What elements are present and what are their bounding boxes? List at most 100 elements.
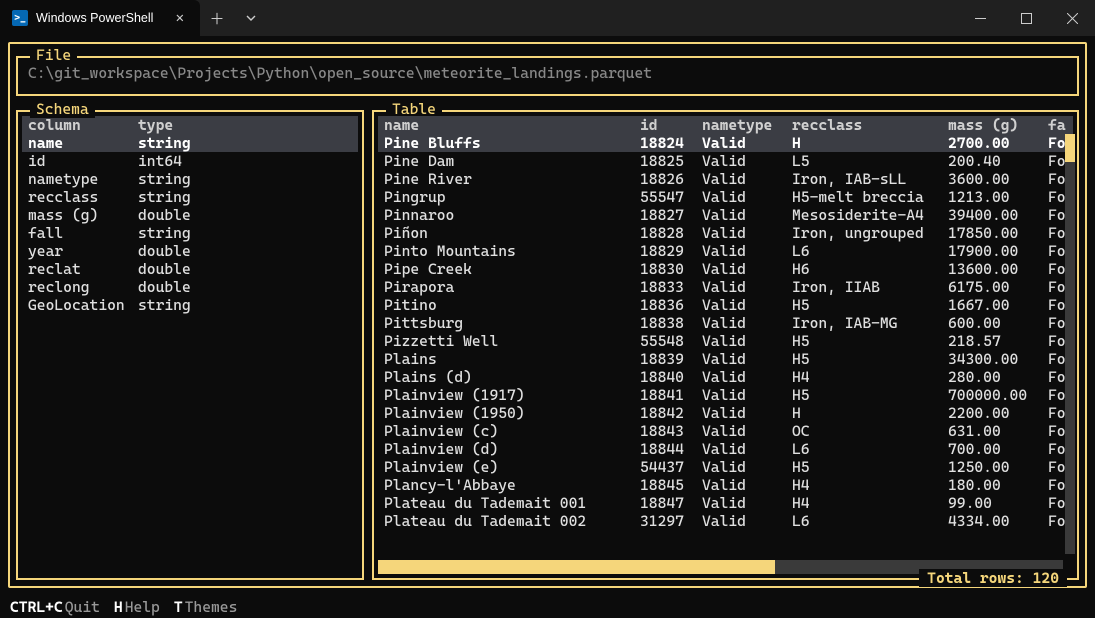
td-nametype: Valid bbox=[702, 332, 792, 350]
td-id: 18836 bbox=[640, 296, 702, 314]
table-row[interactable]: Pirapora18833ValidIron, IIAB6175.00Fo bbox=[378, 278, 1073, 296]
maximize-button[interactable] bbox=[1003, 0, 1049, 36]
td-mass: 700.00 bbox=[948, 440, 1048, 458]
schema-row[interactable]: GeoLocationstring bbox=[22, 296, 358, 314]
table-row[interactable]: Piñon18828ValidIron, ungrouped17850.00Fo bbox=[378, 224, 1073, 242]
close-window-button[interactable] bbox=[1049, 0, 1095, 36]
td-recclass: Iron, IIAB bbox=[792, 278, 948, 296]
schema-row[interactable]: fallstring bbox=[22, 224, 358, 242]
td-recclass: H6 bbox=[792, 260, 948, 278]
td-recclass: H5-melt breccia bbox=[792, 188, 948, 206]
td-mass: 1213.00 bbox=[948, 188, 1048, 206]
td-nametype: Valid bbox=[702, 206, 792, 224]
th-nametype: nametype bbox=[702, 116, 792, 134]
td-nametype: Valid bbox=[702, 278, 792, 296]
td-recclass: Iron, IAB-MG bbox=[792, 314, 948, 332]
td-name: Plainview (1917) bbox=[378, 386, 640, 404]
schema-row[interactable]: mass (g)double bbox=[22, 206, 358, 224]
status-key[interactable]: H bbox=[114, 598, 123, 616]
td-id: 55547 bbox=[640, 188, 702, 206]
td-mass: 13600.00 bbox=[948, 260, 1048, 278]
close-icon[interactable]: ✕ bbox=[172, 8, 188, 28]
window-controls bbox=[957, 0, 1095, 36]
table-scroll-thumb-vertical[interactable] bbox=[1065, 134, 1075, 162]
table-row[interactable]: Pine River18826ValidIron, IAB-sLL3600.00… bbox=[378, 170, 1073, 188]
td-nametype: Valid bbox=[702, 134, 792, 152]
td-name: Plateau du Tademait 002 bbox=[378, 512, 640, 530]
tab-powershell[interactable]: >_ Windows PowerShell ✕ bbox=[0, 0, 200, 36]
table-row[interactable]: Plateau du Tademait 00118847ValidH499.00… bbox=[378, 494, 1073, 512]
table-panel: Table name id nametype recclass mass (g)… bbox=[372, 110, 1079, 580]
td-nametype: Valid bbox=[702, 152, 792, 170]
td-id: 18824 bbox=[640, 134, 702, 152]
td-recclass: H5 bbox=[792, 350, 948, 368]
table-row[interactable]: Pipe Creek18830ValidH613600.00Fo bbox=[378, 260, 1073, 278]
table-row[interactable]: Plancy-l'Abbaye18845ValidH4180.00Fo bbox=[378, 476, 1073, 494]
schema-row[interactable]: namestring bbox=[22, 134, 358, 152]
table-row[interactable]: Plainview (d)18844ValidL6700.00Fo bbox=[378, 440, 1073, 458]
schema-row[interactable]: yeardouble bbox=[22, 242, 358, 260]
td-name: Pizzetti Well bbox=[378, 332, 640, 350]
status-label: Themes bbox=[185, 598, 238, 616]
table-row[interactable]: Plainview (c)18843ValidOC631.00Fo bbox=[378, 422, 1073, 440]
schema-col-name: reclong bbox=[22, 278, 138, 296]
td-recclass: L6 bbox=[792, 512, 948, 530]
table-row[interactable]: Pitino18836ValidH51667.00Fo bbox=[378, 296, 1073, 314]
td-id: 18845 bbox=[640, 476, 702, 494]
td-mass: 4334.00 bbox=[948, 512, 1048, 530]
schema-col-name: recclass bbox=[22, 188, 138, 206]
td-id: 55548 bbox=[640, 332, 702, 350]
table-row[interactable]: Pinnaroo18827ValidMesosiderite-A439400.0… bbox=[378, 206, 1073, 224]
schema-row[interactable]: reclatdouble bbox=[22, 260, 358, 278]
td-id: 18839 bbox=[640, 350, 702, 368]
td-name: Pinnaroo bbox=[378, 206, 640, 224]
td-id: 54437 bbox=[640, 458, 702, 476]
status-key[interactable]: T bbox=[174, 598, 183, 616]
schema-col-name: nametype bbox=[22, 170, 138, 188]
table-row[interactable]: Plainview (e)54437ValidH51250.00Fo bbox=[378, 458, 1073, 476]
table-row[interactable]: Pittsburg18838ValidIron, IAB-MG600.00Fo bbox=[378, 314, 1073, 332]
total-rows-label: Total rows: 120 bbox=[919, 569, 1067, 587]
table-row[interactable]: Pinto Mountains18829ValidL617900.00Fo bbox=[378, 242, 1073, 260]
td-recclass: H4 bbox=[792, 494, 948, 512]
tab-dropdown-button[interactable] bbox=[234, 0, 268, 36]
schema-col-type: string bbox=[138, 224, 191, 242]
table-row[interactable]: Pizzetti Well55548ValidH5218.57Fo bbox=[378, 332, 1073, 350]
td-mass: 39400.00 bbox=[948, 206, 1048, 224]
schema-header-type: type bbox=[138, 116, 173, 134]
table-scroll-thumb-horizontal[interactable] bbox=[378, 560, 775, 574]
td-nametype: Valid bbox=[702, 314, 792, 332]
td-recclass: H5 bbox=[792, 386, 948, 404]
minimize-button[interactable] bbox=[957, 0, 1003, 36]
table-row[interactable]: Plains18839ValidH534300.00Fo bbox=[378, 350, 1073, 368]
td-recclass: L6 bbox=[792, 440, 948, 458]
schema-col-type: string bbox=[138, 296, 191, 314]
table-row[interactable]: Plainview (1917)18841ValidH5700000.00Fo bbox=[378, 386, 1073, 404]
powershell-icon: >_ bbox=[12, 10, 28, 26]
td-name: Plateau du Tademait 001 bbox=[378, 494, 640, 512]
new-tab-button[interactable]: ＋ bbox=[200, 0, 234, 36]
table-row[interactable]: Plateau du Tademait 00231297ValidL64334.… bbox=[378, 512, 1073, 530]
table-row[interactable]: Pine Dam18825ValidL5200.40Fo bbox=[378, 152, 1073, 170]
schema-col-type: double bbox=[138, 242, 191, 260]
file-panel-title: File bbox=[30, 46, 77, 64]
td-name: Pitino bbox=[378, 296, 640, 314]
td-name: Plainview (c) bbox=[378, 422, 640, 440]
td-id: 18828 bbox=[640, 224, 702, 242]
table-scrollbar-vertical[interactable] bbox=[1065, 134, 1075, 554]
table-row[interactable]: Pingrup55547ValidH5-melt breccia1213.00F… bbox=[378, 188, 1073, 206]
status-key[interactable]: CTRL+C bbox=[10, 598, 63, 616]
td-mass: 17850.00 bbox=[948, 224, 1048, 242]
td-id: 18838 bbox=[640, 314, 702, 332]
schema-row[interactable]: nametypestring bbox=[22, 170, 358, 188]
schema-row[interactable]: idint64 bbox=[22, 152, 358, 170]
schema-row[interactable]: recclassstring bbox=[22, 188, 358, 206]
terminal-content: File C:\git_workspace\Projects\Python\op… bbox=[0, 36, 1095, 618]
schema-col-name: GeoLocation bbox=[22, 296, 138, 314]
td-id: 18842 bbox=[640, 404, 702, 422]
table-row[interactable]: Pine Bluffs18824ValidH2700.00Fo bbox=[378, 134, 1073, 152]
schema-row[interactable]: reclongdouble bbox=[22, 278, 358, 296]
table-row[interactable]: Plainview (1950)18842ValidH2200.00Fo bbox=[378, 404, 1073, 422]
table-row[interactable]: Plains (d)18840ValidH4280.00Fo bbox=[378, 368, 1073, 386]
th-fall: fa bbox=[1048, 116, 1072, 134]
